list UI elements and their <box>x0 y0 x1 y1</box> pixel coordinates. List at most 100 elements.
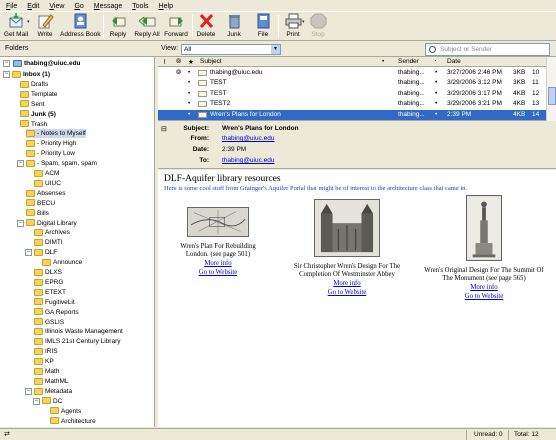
message-sender: thabing... <box>398 89 425 97</box>
folder-item[interactable]: UIUC <box>34 179 61 188</box>
status-bar: ⇄ Unread: 0 Total: 12 <box>0 428 556 440</box>
message-row[interactable]: • Wren's Plans for London thabing... • 2:39 … <box>158 109 546 120</box>
delete-button[interactable]: Delete <box>196 13 216 40</box>
folder-item[interactable]: BECU <box>26 199 55 208</box>
reply-all-button[interactable]: Reply All <box>133 13 161 40</box>
message-row[interactable]: • TEST thabing... • 3/29/2006 3:17 PM 4KB 12 <box>158 89 546 99</box>
collapse-toggle[interactable]: − <box>25 249 32 257</box>
collapse-toggle[interactable]: − <box>33 397 40 405</box>
folder-item[interactable]: Math <box>34 367 59 376</box>
folder-item[interactable]: Architecture <box>50 417 96 426</box>
folder-icon <box>34 268 43 276</box>
more-info-link[interactable]: More info <box>284 280 410 288</box>
message-row[interactable]: • TEST thabing... • 3/29/2006 3:12 PM 3KB 11 <box>158 78 546 88</box>
folder-item[interactable]: KP <box>34 357 54 366</box>
folder-item[interactable]: GA Reports <box>34 308 79 317</box>
message-date: 3/29/2006 3:12 PM <box>447 79 502 87</box>
collapse-toggle[interactable]: − <box>25 387 32 395</box>
flag-column-icon[interactable]: ★ <box>188 58 194 66</box>
folder-item[interactable]: - Priority High <box>26 139 76 148</box>
menu-edit[interactable]: Edit <box>21 0 43 11</box>
view-select[interactable]: All ▼ <box>181 44 281 55</box>
folder-item[interactable]: DIMTI <box>34 238 63 247</box>
folder-item[interactable]: ACM <box>34 169 59 178</box>
write-button[interactable]: Write <box>34 13 56 40</box>
folder-item[interactable]: Metadata <box>34 387 72 396</box>
address-book-button[interactable]: Address Book <box>60 13 100 40</box>
menu-file[interactable]: File <box>0 0 21 11</box>
from-link[interactable]: thabing@uiuc.edu <box>222 135 275 142</box>
folder-item[interactable]: Junk (5) <box>20 110 56 119</box>
folder-item[interactable]: ETEXT <box>34 288 66 297</box>
menu-view[interactable]: View <box>43 0 68 11</box>
chevron-down-icon[interactable]: ▾ <box>302 19 305 26</box>
junk-button[interactable]: Junk <box>225 13 243 40</box>
menu-tools[interactable]: Tools <box>126 0 152 11</box>
go-to-website-link[interactable]: Go to Website <box>170 269 266 277</box>
more-info-link[interactable]: More info <box>416 284 552 292</box>
account-item[interactable]: thabing@uiuc.edu <box>13 59 81 68</box>
folder-item[interactable]: EPRG <box>34 278 63 287</box>
folder-item[interactable]: DLXS <box>34 268 62 277</box>
message-list-scrollbar[interactable] <box>546 57 556 121</box>
folder-item[interactable]: - Notes to Myself <box>26 129 86 139</box>
column-subject[interactable]: Subject <box>200 58 222 65</box>
folder-item[interactable]: MathML <box>34 377 68 386</box>
attachment-column-icon[interactable]: ⦾ <box>176 58 181 66</box>
column-sender[interactable]: Sender <box>398 58 419 65</box>
folder-label: BECU <box>37 199 56 207</box>
folder-item[interactable]: Announce <box>42 258 82 267</box>
scrollbar-thumb[interactable] <box>548 87 556 105</box>
to-link[interactable]: thabing@uiuc.edu <box>222 157 275 164</box>
folder-item[interactable]: Absenses <box>26 189 66 198</box>
folder-item[interactable]: Digital Library <box>26 219 77 228</box>
folder-item[interactable]: DC <box>42 397 62 406</box>
folder-item[interactable]: Drafts <box>20 80 48 89</box>
forward-button[interactable]: Forward <box>163 13 189 40</box>
collapse-toggle[interactable]: − <box>3 71 10 78</box>
folder-item[interactable]: Archives <box>34 228 70 237</box>
chevron-down-icon[interactable]: ▼ <box>271 45 280 54</box>
message-row[interactable]: • TEST2 thabing... • 3/29/2006 3:21 PM 4KB 13 <box>158 99 546 109</box>
menu-message[interactable]: Message <box>88 0 126 11</box>
junk-column-icon[interactable]: ◔ <box>433 58 437 65</box>
reply-button[interactable]: Reply <box>107 13 129 40</box>
folder-item[interactable]: GSLIS <box>34 318 64 327</box>
chevron-down-icon[interactable]: ▾ <box>27 19 30 26</box>
folder-label: - Notes to Myself <box>37 130 86 138</box>
menu-help[interactable]: Help <box>153 0 177 11</box>
folder-item[interactable]: IRIS <box>34 347 58 356</box>
collapse-toggle[interactable]: − <box>3 60 10 67</box>
folder-item[interactable]: Bills <box>26 209 49 218</box>
menu-go[interactable]: Go <box>68 0 87 11</box>
folder-item[interactable]: IMLS 21st Century Library <box>34 337 121 346</box>
more-info-link[interactable]: More info <box>170 260 266 268</box>
folder-item[interactable]: - Spam, spam, spam <box>26 159 97 168</box>
column-date[interactable]: Date <box>447 58 461 65</box>
folder-item[interactable]: Template <box>20 90 57 99</box>
message-size: 3KB <box>513 69 526 76</box>
go-to-website-link[interactable]: Go to Website <box>284 289 410 297</box>
online-status-icon[interactable]: ⇄ <box>4 430 10 438</box>
message-sender: thabing... <box>398 100 425 108</box>
collapse-toggle[interactable]: − <box>17 160 24 168</box>
search-input[interactable]: Subject or Sender <box>425 43 550 56</box>
folder-item[interactable]: DLF <box>34 248 57 257</box>
message-row[interactable]: ⦾ • thabing@uiuc.edu thabing... • 3/27/2006 2… <box>158 68 546 78</box>
get-mail-button[interactable]: Get Mail ▾ <box>2 13 30 40</box>
folder-item[interactable]: Inbox (1) <box>12 70 50 79</box>
folder-item[interactable]: Trash <box>20 120 47 129</box>
go-to-website-link[interactable]: Go to Website <box>416 293 552 301</box>
folder-item[interactable]: Illinois Waste Management <box>34 327 123 336</box>
stop-button[interactable]: Stop <box>309 13 327 40</box>
body-intro: Here is some cool stuff from Grainger's … <box>164 185 468 192</box>
folder-item[interactable]: Agents <box>50 407 81 416</box>
folder-item[interactable]: Sent <box>20 100 44 109</box>
thread-column-icon[interactable]: ⌇ <box>163 58 166 66</box>
collapse-toggle[interactable]: − <box>17 219 24 227</box>
folder-item[interactable]: FugitiveLit <box>34 298 75 307</box>
read-column-icon[interactable]: • <box>382 58 384 65</box>
file-button[interactable]: File <box>253 13 273 40</box>
folder-item[interactable]: - Priority Low <box>26 149 75 158</box>
print-button[interactable]: Print ▾ <box>282 13 305 40</box>
